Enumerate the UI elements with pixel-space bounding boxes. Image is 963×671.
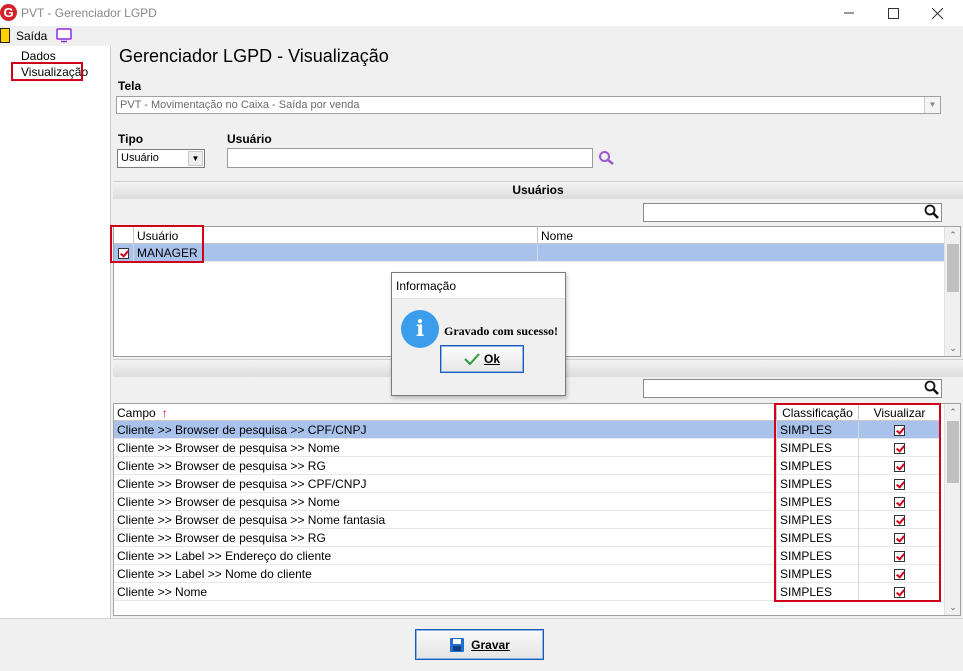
sidebar-tree: Dados Visualização [0, 46, 111, 618]
scroll-down-icon[interactable]: ⌄ [945, 340, 960, 356]
campo-cell: Cliente >> Label >> Nome do cliente [114, 565, 777, 583]
search-icon[interactable] [924, 380, 940, 396]
ok-button-label: Ok [483, 352, 500, 366]
scroll-thumb[interactable] [947, 421, 959, 483]
tipo-label: Tipo [118, 132, 144, 146]
chevron-down-icon[interactable]: ▼ [924, 97, 940, 113]
dialog-message: Gravado com sucesso! [444, 324, 558, 338]
menu-bar: Saída [0, 26, 963, 46]
minimize-button[interactable] [826, 0, 872, 26]
info-icon: i [401, 310, 439, 348]
tipo-select-value: Usuário [121, 152, 159, 164]
scroll-down-icon[interactable]: ⌄ [945, 599, 960, 615]
search-icon[interactable] [924, 204, 940, 220]
campo-cell: Cliente >> Label >> Endereço do cliente [114, 547, 777, 565]
scroll-up-icon[interactable]: ⌃ [945, 227, 960, 243]
column-header-campo[interactable]: Campo ↑ [114, 404, 777, 421]
tela-select-value: PVT - Movimentação no Caixa - Saída por … [120, 99, 360, 111]
highlight-box-sidebar [11, 62, 83, 81]
usuarios-grid-header: Usuário Nome [114, 227, 945, 244]
maximize-button[interactable] [870, 0, 916, 26]
campo-cell: Cliente >> Nome [114, 583, 777, 601]
campo-cell: Cliente >> Browser de pesquisa >> Nome [114, 493, 777, 511]
scroll-up-icon[interactable]: ⌃ [945, 404, 960, 420]
campos-filter-input[interactable] [643, 379, 942, 398]
campo-cell: Cliente >> Browser de pesquisa >> Nome [114, 439, 777, 457]
highlight-box-columns [774, 403, 941, 602]
minimize-icon [844, 12, 854, 14]
campo-cell: Cliente >> Browser de pesquisa >> RG [114, 457, 777, 475]
tela-label: Tela [118, 79, 142, 93]
page-title: Gerenciador LGPD - Visualização [119, 46, 389, 66]
info-dialog: Informação i Gravado com sucesso! Ok [391, 272, 566, 396]
floppy-disk-icon [450, 637, 465, 652]
campo-header-label: Campo [117, 406, 156, 420]
scroll-thumb[interactable] [947, 244, 959, 292]
highlight-box-usuario-row [110, 225, 204, 263]
ok-button[interactable]: Ok [440, 345, 524, 373]
usuario-input[interactable] [227, 148, 593, 168]
exit-icon[interactable] [0, 28, 10, 43]
window-title: PVT - Gerenciador LGPD [21, 6, 157, 20]
campo-cell: Cliente >> Browser de pesquisa >> RG [114, 529, 777, 547]
campos-scrollbar[interactable]: ⌃ ⌄ [944, 404, 960, 615]
campo-cell: Cliente >> Browser de pesquisa >> Nome f… [114, 511, 777, 529]
tela-select[interactable]: PVT - Movimentação no Caixa - Saída por … [116, 96, 941, 114]
campo-cell: Cliente >> Browser de pesquisa >> CPF/CN… [114, 475, 777, 493]
tipo-select[interactable]: Usuário ▼ [117, 149, 205, 168]
column-header-nome[interactable]: Nome [538, 227, 945, 244]
title-bar: G PVT - Gerenciador LGPD [0, 0, 963, 26]
checkmark-icon [464, 353, 480, 365]
close-button[interactable] [914, 0, 960, 26]
chevron-down-icon[interactable]: ▼ [188, 151, 203, 166]
close-icon [931, 7, 943, 19]
exit-menu-item[interactable]: Saída [16, 29, 47, 43]
usuarios-section-header: Usuários [113, 181, 963, 199]
table-row[interactable]: MANAGER [114, 244, 945, 262]
campo-cell: Cliente >> Browser de pesquisa >> CPF/CN… [114, 421, 777, 439]
app-logo-icon: G [0, 4, 17, 21]
sort-ascending-icon[interactable]: ↑ [162, 406, 168, 420]
save-button[interactable]: Gravar [415, 629, 544, 660]
save-button-label: Gravar [471, 637, 510, 652]
nome-cell [538, 244, 945, 262]
dialog-title: Informação [392, 273, 565, 299]
usuarios-filter-input[interactable] [643, 203, 942, 222]
monitor-icon[interactable] [56, 28, 73, 43]
search-icon[interactable] [598, 150, 616, 166]
usuarios-scrollbar[interactable]: ⌃ ⌄ [944, 227, 960, 356]
footer-bar: Gravar [0, 618, 963, 671]
usuario-label: Usuário [227, 132, 272, 146]
maximize-icon [887, 7, 899, 19]
sidebar-item-dados[interactable]: Dados [21, 49, 56, 63]
